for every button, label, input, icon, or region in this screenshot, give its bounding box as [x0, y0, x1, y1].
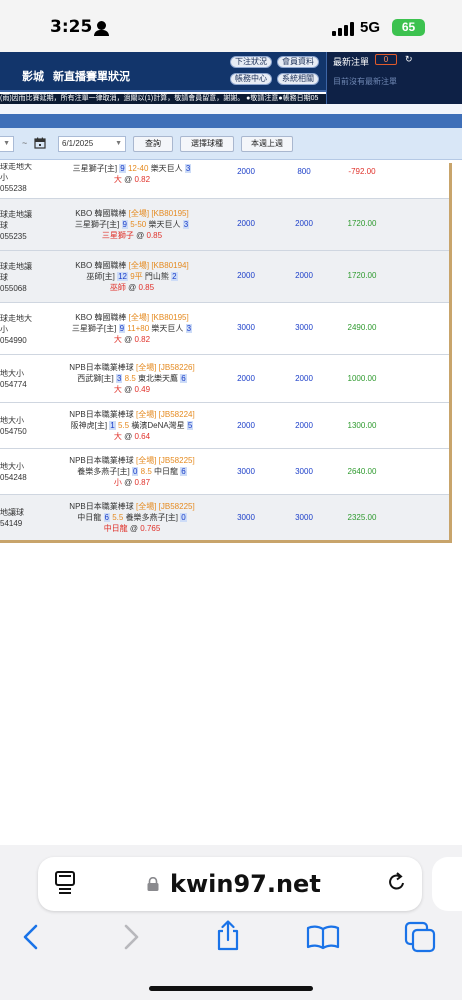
bet-detail: NPB日本職業棒球 [全場] [JB58225] 中日龍 6 5.5 養樂多燕子… [69, 502, 195, 533]
bet-status-button[interactable]: 下注狀況 [230, 56, 272, 68]
result-amount: 1720.00 [347, 219, 377, 228]
bet-type: 球走地大小 054990 [0, 314, 32, 345]
week-toggle-button[interactable]: 本週上週 [241, 136, 293, 152]
table-row: 球走地大小 055238 三星獅子[主] 9 12-40 樂天巨人 3 大 @ 0… [0, 163, 449, 199]
member-info-button[interactable]: 會員資料 [277, 56, 319, 68]
table-row: 地大小 054774 NPB日本職業棒球 [全場] [JB58226] 西武獅[主… [0, 355, 449, 403]
person-icon [94, 21, 110, 36]
latest-bets-count: 0 [375, 54, 397, 65]
next-tab-preview[interactable] [432, 857, 462, 911]
system-button[interactable]: 系統相關 [277, 73, 319, 85]
bet-type: 球走地讓球 055068 [0, 262, 32, 293]
bet-history-table: 球走地大小 055238 三星獅子[主] 9 12-40 樂天巨人 3 大 @ 0… [0, 163, 452, 543]
table-row: 地大小 054248 NPB日本職業棒球 [全場] [JB58225] 養樂多燕子… [0, 449, 449, 495]
valid-amount: 3000 [295, 467, 313, 476]
spacer [0, 104, 462, 114]
status-time: 3:25 [50, 17, 110, 37]
account-center-button[interactable]: 帳務中心 [230, 73, 272, 85]
bet-detail: KBO 韓國職棒 [全場] [KB80194] 巫師[主] 12 9平 門山熊 … [75, 261, 189, 292]
bet-type: 地讓球 54149 [0, 508, 24, 528]
stake-amount: 3000 [237, 323, 255, 332]
result-amount: 2325.00 [347, 513, 377, 522]
bet-type: 地大小 054750 [0, 416, 27, 436]
date-separator: ~ [22, 138, 28, 148]
refresh-icon[interactable]: ↻ [405, 54, 413, 65]
latest-bets-empty: 目前沒有最新注單 [333, 77, 397, 86]
stake-amount: 2000 [237, 374, 255, 383]
chevron-down-icon: ▼ [3, 140, 10, 147]
lock-icon [147, 877, 159, 891]
table-row: 地讓球 54149 NPB日本職業棒球 [全場] [JB58225] 中日龍 6 … [0, 495, 449, 540]
table-row: 球走地大小 054990 KBO 韓國職棒 [全場] [KB80195] 三星獅子… [0, 303, 449, 355]
stake-amount: 2000 [237, 167, 255, 176]
battery-icon: 65 [392, 19, 425, 36]
stake-amount: 2000 [237, 421, 255, 430]
table-row: 球走地讓球 055068 KBO 韓國職棒 [全場] [KB80194] 巫師[主… [0, 251, 449, 303]
bet-detail: KBO 韓國職棒 [全場] [KB80195] 三星獅子[主] 9 11+80 … [71, 313, 193, 344]
valid-amount: 2000 [295, 374, 313, 383]
bet-detail: KBO 韓國職棒 [全場] [KB80195] 三星獅子[主] 9 5-50 樂… [74, 209, 190, 240]
url-text[interactable]: kwin97.net [170, 870, 321, 898]
latest-bets-title: 最新注單 [333, 57, 370, 67]
status-bar: 3:25 5G 65 [0, 0, 462, 52]
bet-type: 球走地大小 055238 [0, 163, 32, 193]
stake-amount: 3000 [237, 513, 255, 522]
valid-amount: 3000 [295, 513, 313, 522]
bet-detail: 三星獅子[主] 9 12-40 樂天巨人 3 大 @ 0.82 [72, 164, 192, 184]
signal-icon [332, 22, 354, 36]
bookmarks-icon[interactable] [306, 924, 340, 950]
result-amount: 2490.00 [347, 323, 377, 332]
stake-amount: 2000 [237, 219, 255, 228]
share-icon[interactable] [214, 920, 242, 952]
valid-amount: 3000 [295, 323, 313, 332]
stake-amount: 3000 [237, 467, 255, 476]
forward-icon[interactable] [122, 924, 140, 950]
table-header-band [0, 114, 462, 128]
reader-icon[interactable] [54, 870, 76, 894]
bet-detail: NPB日本職業棒球 [全場] [JB58225] 養樂多燕子[主] 0 8.5 … [69, 456, 195, 487]
select-sport-button[interactable]: 選擇球種 [180, 136, 234, 152]
bet-type: 地大小 054248 [0, 462, 27, 482]
latest-bets-panel: 最新注單 0 ↻ 目前沒有最新注單 [326, 52, 462, 104]
valid-amount: 2000 [295, 421, 313, 430]
result-amount: 2640.00 [347, 467, 377, 476]
result-amount: 1000.00 [347, 374, 377, 383]
table-row: 地大小 054750 NPB日本職業棒球 [全場] [JB58224] 阪神虎[主… [0, 403, 449, 449]
nav-live[interactable]: 新直播 [53, 68, 86, 84]
tabs-icon[interactable] [404, 921, 436, 953]
valid-amount: 2000 [295, 219, 313, 228]
home-indicator [149, 986, 313, 991]
valid-amount: 2000 [295, 271, 313, 280]
calendar-icon[interactable] [34, 137, 46, 149]
result-amount: 1720.00 [347, 271, 377, 280]
valid-amount: 800 [297, 167, 311, 176]
end-date-select[interactable]: 6/1/2025 ▼ [58, 136, 126, 152]
announcement-marquee: (雨)因而比賽延期，所有注單一律取消，過關以(1)計算，敬請會員留意，謝謝。 ●… [0, 94, 326, 104]
back-icon[interactable] [22, 924, 40, 950]
result-amount: -792.00 [348, 167, 376, 176]
chevron-down-icon: ▼ [115, 140, 122, 147]
bet-detail: NPB日本職業棒球 [全場] [JB58226] 西武獅[主] 3 8.5 東北… [69, 363, 195, 394]
nav-match-status[interactable]: 賽單狀況 [86, 68, 130, 84]
bet-detail: NPB日本職業棒球 [全場] [JB58224] 阪神虎[主] 1 5.5 橫濱… [69, 410, 195, 441]
bet-type: 地大小 054774 [0, 369, 27, 389]
bet-type: 球走地讓球 055235 [0, 210, 32, 241]
filter-bar: ▼ ~ 6/1/2025 ▼ 查詢 選擇球種 本週上週 [0, 128, 462, 160]
reload-icon[interactable] [387, 871, 407, 893]
nav-cinema[interactable]: 影城 [22, 68, 44, 84]
query-button[interactable]: 查詢 [133, 136, 173, 152]
network-label: 5G [360, 19, 381, 36]
stake-amount: 2000 [237, 271, 255, 280]
result-amount: 1300.00 [347, 421, 377, 430]
start-date-select[interactable]: ▼ [0, 136, 14, 152]
table-row: 球走地讓球 055235 KBO 韓國職棒 [全場] [KB80195] 三星獅子… [0, 199, 449, 251]
